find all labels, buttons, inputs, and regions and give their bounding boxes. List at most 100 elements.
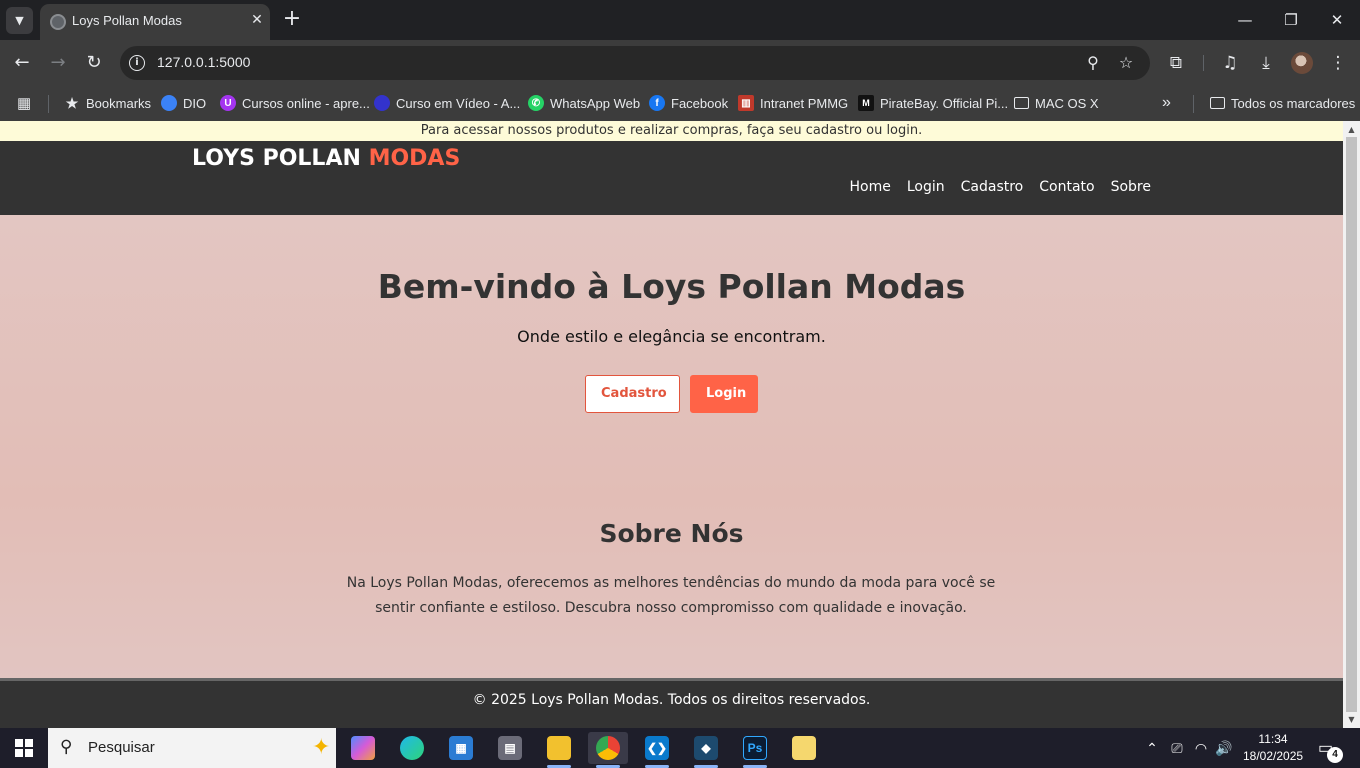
sticky-folder-app[interactable] xyxy=(784,732,824,764)
all-bookmarks-button[interactable]: Todos os marcadores xyxy=(1210,92,1355,114)
page-scrollbar[interactable]: ▲ ▼ xyxy=(1343,121,1360,728)
more-bookmarks-button[interactable]: » xyxy=(1162,92,1171,114)
vscode-icon: ❮❯ xyxy=(645,736,669,760)
nav-link-login[interactable]: Login xyxy=(907,179,945,195)
search-icon: ⚲ xyxy=(60,737,73,756)
logo-accent-text: MODAS xyxy=(368,146,461,171)
about-section: Sobre Nós Na Loys Pollan Modas, oferecem… xyxy=(0,499,1343,705)
chrome-app[interactable] xyxy=(588,732,628,768)
menu-kebab-icon[interactable]: ⋮ xyxy=(1325,50,1351,76)
extensions-icon[interactable]: ⧉ xyxy=(1163,50,1189,76)
sparkle-icon: ✦ xyxy=(312,734,331,759)
clock-time: 11:34 xyxy=(1258,732,1288,746)
dio-icon xyxy=(161,95,177,111)
new-tab-button[interactable]: + xyxy=(282,8,302,32)
info-icon[interactable]: i xyxy=(129,55,145,71)
chevron-up-icon[interactable]: ⌃ xyxy=(1142,738,1162,758)
url-text[interactable]: 127.0.0.1:5000 xyxy=(157,54,250,70)
scroll-up-icon[interactable]: ▲ xyxy=(1347,125,1356,134)
plus-icon: + xyxy=(282,6,302,31)
file-explorer-app[interactable] xyxy=(539,732,579,768)
mysql-workbench-app[interactable]: ◆ xyxy=(686,732,726,768)
address-bar[interactable]: i 127.0.0.1:5000 ⚲ ☆ xyxy=(120,46,1150,80)
bookmark-label: DIO xyxy=(183,95,207,111)
restore-button[interactable]: ❐ xyxy=(1268,6,1314,34)
windows-start-icon[interactable] xyxy=(15,739,33,757)
site-logo[interactable]: LOYS POLLAN MODAS xyxy=(192,146,460,171)
media-control-icon[interactable]: ♫ xyxy=(1217,50,1243,76)
minimize-icon: — xyxy=(1237,11,1253,29)
whatsapp-icon: ✆ xyxy=(528,95,544,111)
bookmark-item[interactable]: ✆ WhatsApp Web xyxy=(528,92,640,114)
about-title: Sobre Nós xyxy=(599,519,744,548)
bookmarks-bar: ▦ ★ Bookmarks DIO U Cursos online - apre… xyxy=(0,86,1360,121)
bookmark-item[interactable]: DIO xyxy=(161,92,206,114)
hero-title: Bem-vindo à Loys Pollan Modas xyxy=(377,267,966,306)
taskbar-search-text: Pesquisar xyxy=(88,739,155,756)
hero-section: Bem-vindo à Loys Pollan Modas Onde estil… xyxy=(0,215,1343,499)
download-icon[interactable]: ⤓ xyxy=(1253,50,1279,76)
browser-tab[interactable]: Loys Pollan Modas ✕ xyxy=(40,4,270,40)
reload-button[interactable]: ↻ xyxy=(81,50,107,76)
photoshop-app[interactable]: Ps xyxy=(735,732,775,768)
bookmark-item[interactable]: f Facebook xyxy=(649,92,728,114)
taskbar: ⚲ Pesquisar ✦ ▦ ▤ ❮❯ ◆ Ps ⌃ ⎚ ◠ 🔊 11:34 … xyxy=(0,728,1360,768)
signup-button[interactable]: Cadastro xyxy=(585,375,680,413)
site-header: LOYS POLLAN MODAS Home Login Cadastro Co… xyxy=(0,141,1343,215)
nav-link-home[interactable]: Home xyxy=(850,179,891,195)
folder-icon xyxy=(1014,97,1029,109)
site-footer: © 2025 Loys Pollan Modas. Todos os direi… xyxy=(0,678,1343,728)
bookmark-item[interactable]: ▥ Intranet PMMG xyxy=(738,92,848,114)
bookmark-item[interactable]: U Cursos online - apre... xyxy=(220,92,370,114)
store-icon: ▦ xyxy=(449,736,473,760)
toolbar-divider xyxy=(1203,55,1204,71)
bookmark-item[interactable]: MAC OS X xyxy=(1014,92,1099,114)
star-icon[interactable]: ☆ xyxy=(1115,52,1137,74)
apps-grid-icon: ▦ xyxy=(17,95,32,112)
bookmark-label: MAC OS X xyxy=(1035,95,1099,111)
site-nav: Home Login Cadastro Contato Sobre xyxy=(850,179,1152,195)
copilot-app[interactable] xyxy=(343,732,383,764)
store-app[interactable]: ▦ xyxy=(441,732,481,764)
mysql-icon: ◆ xyxy=(694,736,718,760)
apps-button[interactable]: ▦ xyxy=(17,92,31,114)
bookmark-label: Facebook xyxy=(671,95,729,111)
edge-icon xyxy=(400,736,424,760)
zoom-icon[interactable]: ⚲ xyxy=(1082,52,1104,74)
scrollbar-thumb[interactable] xyxy=(1346,137,1357,712)
web-page: Para acessar nossos produtos e realizar … xyxy=(0,121,1343,728)
star-icon: ★ xyxy=(65,94,79,111)
taskbar-clock[interactable]: 11:34 18/02/2025 xyxy=(1243,731,1303,765)
bookmark-item[interactable]: Curso em Vídeo - A... xyxy=(374,92,520,114)
vscode-app[interactable]: ❮❯ xyxy=(637,732,677,768)
close-window-button[interactable]: ✕ xyxy=(1314,6,1360,34)
forward-button[interactable]: → xyxy=(45,50,71,76)
bookmark-label: Bookmarks xyxy=(86,95,152,111)
volume-icon[interactable]: 🔊 xyxy=(1214,738,1234,758)
close-icon[interactable]: ✕ xyxy=(248,11,266,29)
calculator-icon: ▤ xyxy=(498,736,522,760)
profile-avatar[interactable] xyxy=(1291,52,1313,74)
about-text: Na Loys Pollan Modas, oferecemos as melh… xyxy=(346,575,996,616)
nav-link-sobre[interactable]: Sobre xyxy=(1111,179,1151,195)
bookmark-item[interactable]: M PirateBay. Official Pi... xyxy=(858,92,1008,114)
bookmark-label: Cursos online - apre... xyxy=(242,95,370,111)
back-button[interactable]: ← xyxy=(9,50,35,76)
tab-search-button[interactable]: ▼ xyxy=(6,7,33,34)
calculator-app[interactable]: ▤ xyxy=(490,732,530,764)
edge-app[interactable] xyxy=(392,732,432,764)
meet-now-icon[interactable]: ⎚ xyxy=(1167,738,1187,758)
nav-link-cadastro[interactable]: Cadastro xyxy=(961,179,1024,195)
piratebay-icon: M xyxy=(858,95,874,111)
minimize-button[interactable]: — xyxy=(1222,6,1268,34)
wifi-icon[interactable]: ◠ xyxy=(1191,738,1211,758)
arrow-left-icon: ← xyxy=(14,52,30,73)
logo-main-text: LOYS POLLAN xyxy=(192,146,369,171)
login-button[interactable]: Login xyxy=(690,375,758,413)
scroll-down-icon[interactable]: ▼ xyxy=(1347,715,1356,724)
facebook-icon: f xyxy=(649,95,665,111)
nav-link-contato[interactable]: Contato xyxy=(1039,179,1094,195)
reload-icon: ↻ xyxy=(86,52,102,73)
taskbar-search[interactable]: ⚲ Pesquisar ✦ xyxy=(48,728,336,768)
bookmark-item[interactable]: ★ Bookmarks xyxy=(64,92,151,114)
